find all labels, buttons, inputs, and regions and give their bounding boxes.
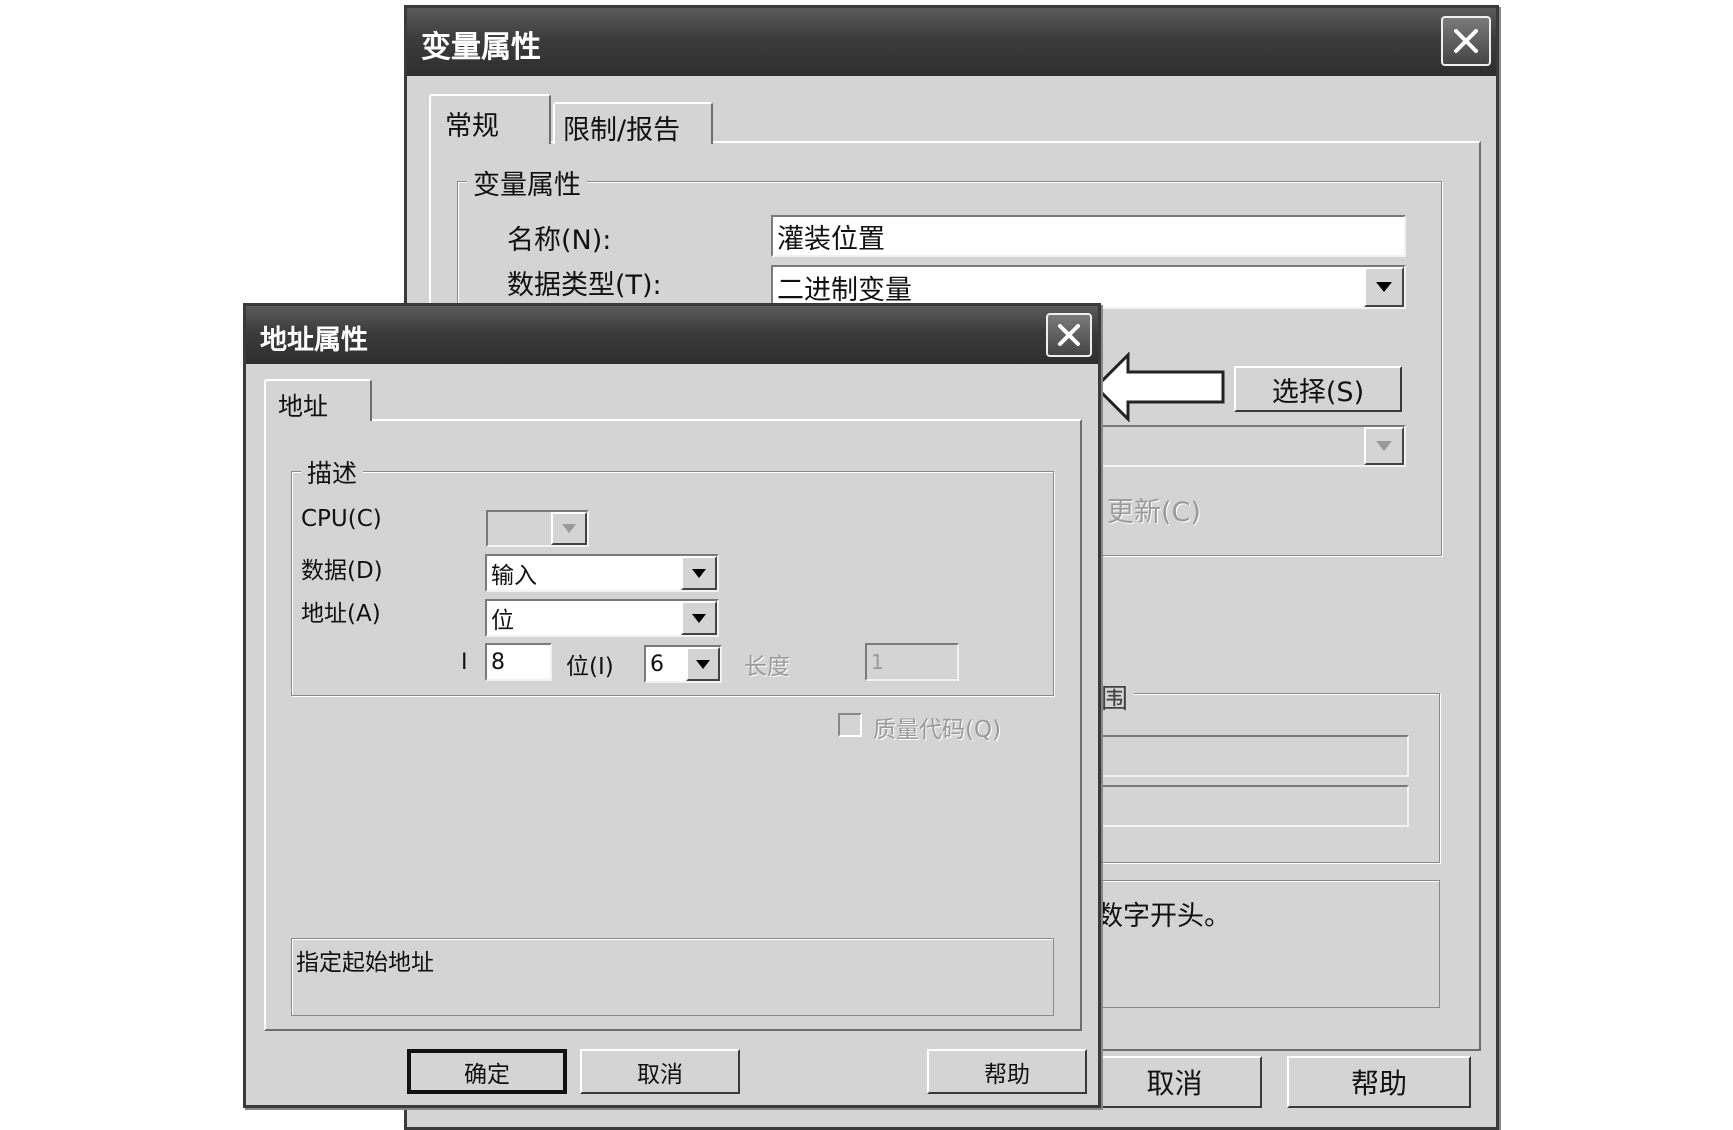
chevron-down-icon	[692, 568, 706, 578]
tab-address-label: 地址	[278, 392, 329, 421]
length-input: 1	[865, 643, 959, 681]
quality-code-checkbox[interactable]	[838, 713, 862, 737]
variable-dialog-close-button[interactable]	[1441, 16, 1491, 66]
data-type-dropdown-button[interactable]	[1364, 267, 1404, 307]
tab-limits-report[interactable]: 限制/报告	[553, 102, 713, 146]
quality-code-label: 质量代码(Q)	[873, 717, 1002, 743]
address-dialog-close-button[interactable]	[1046, 313, 1092, 357]
variable-properties-group-title: 变量属性	[467, 163, 587, 202]
address-cancel-button-label: 取消	[637, 1061, 683, 1088]
address-hint-text: 指定起始地址	[296, 950, 434, 976]
address-help-button-label: 帮助	[984, 1061, 1030, 1088]
data-dropdown-button[interactable]	[681, 556, 717, 590]
i-byte-input-value: 8	[491, 649, 505, 675]
cpu-dropdown-button	[551, 512, 587, 545]
address-cancel-button[interactable]: 取消	[580, 1049, 740, 1094]
select-button-label: 选择(S)	[1271, 376, 1365, 408]
variable-help-button[interactable]: 帮助	[1287, 1056, 1471, 1108]
cpu-label: CPU(C)	[301, 506, 382, 532]
i-byte-input[interactable]: 8	[485, 643, 552, 681]
tab-general-label: 常规	[445, 111, 499, 142]
tab-address[interactable]: 地址	[264, 379, 372, 421]
data-type-select-value: 二进制变量	[777, 274, 912, 306]
address-select[interactable]: 位	[485, 599, 719, 637]
ok-button[interactable]: 确定	[407, 1049, 567, 1094]
variable-dialog-titlebar[interactable]: 变量属性	[407, 8, 1496, 76]
chevron-down-icon	[562, 524, 576, 533]
name-label: 名称(N):	[507, 225, 612, 256]
variable-hint-text: 数字开头。	[1096, 901, 1231, 932]
data-select[interactable]: 输入	[485, 554, 719, 592]
length-label: 长度	[744, 654, 790, 680]
tab-limits-report-label: 限制/报告	[563, 115, 681, 146]
close-icon	[1454, 29, 1478, 53]
description-group-title: 描述	[301, 454, 364, 490]
left-arrow-icon	[1093, 352, 1225, 422]
i-label: I	[461, 650, 468, 675]
address-dialog-title: 地址属性	[260, 325, 368, 356]
data-select-value: 输入	[491, 563, 537, 589]
variable-cancel-button-label: 取消	[1146, 1067, 1203, 1100]
data-label: 数据(D)	[301, 558, 383, 584]
cpu-select	[486, 510, 589, 547]
address-dropdown-button[interactable]	[681, 601, 717, 635]
connection-dropdown-button	[1364, 427, 1404, 465]
update-label: 更新(C)	[1107, 497, 1201, 528]
tab-general[interactable]: 常规	[429, 94, 551, 144]
variable-dialog-title: 变量属性	[421, 30, 541, 65]
ok-button-label: 确定	[464, 1061, 510, 1088]
close-icon	[1058, 324, 1080, 346]
variable-cancel-button[interactable]: 取消	[1087, 1056, 1262, 1108]
bit-label: 位(I)	[566, 654, 614, 680]
name-input-value: 灌装位置	[777, 223, 885, 255]
chevron-down-icon	[1376, 282, 1392, 292]
chevron-down-icon	[696, 659, 710, 669]
address-help-button[interactable]: 帮助	[927, 1049, 1087, 1094]
address-label: 地址(A)	[301, 601, 381, 627]
select-button[interactable]: 选择(S)	[1234, 366, 1402, 412]
name-input[interactable]: 灌装位置	[771, 215, 1406, 257]
bit-select-value: 6	[650, 651, 664, 677]
address-select-value: 位	[491, 608, 514, 634]
address-dialog-titlebar[interactable]: 地址属性	[246, 306, 1098, 364]
address-properties-dialog: 地址属性 地址 描述 CPU(C) 数据(D) 输入 地址(A) 位 I 8 位…	[243, 303, 1101, 1108]
bit-select[interactable]: 6	[644, 645, 722, 683]
chevron-down-icon	[1376, 441, 1392, 451]
variable-help-button-label: 帮助	[1350, 1067, 1407, 1100]
length-input-value: 1	[871, 650, 884, 674]
data-type-label: 数据类型(T):	[507, 270, 662, 301]
chevron-down-icon	[692, 613, 706, 623]
bit-dropdown-button[interactable]	[686, 647, 720, 681]
